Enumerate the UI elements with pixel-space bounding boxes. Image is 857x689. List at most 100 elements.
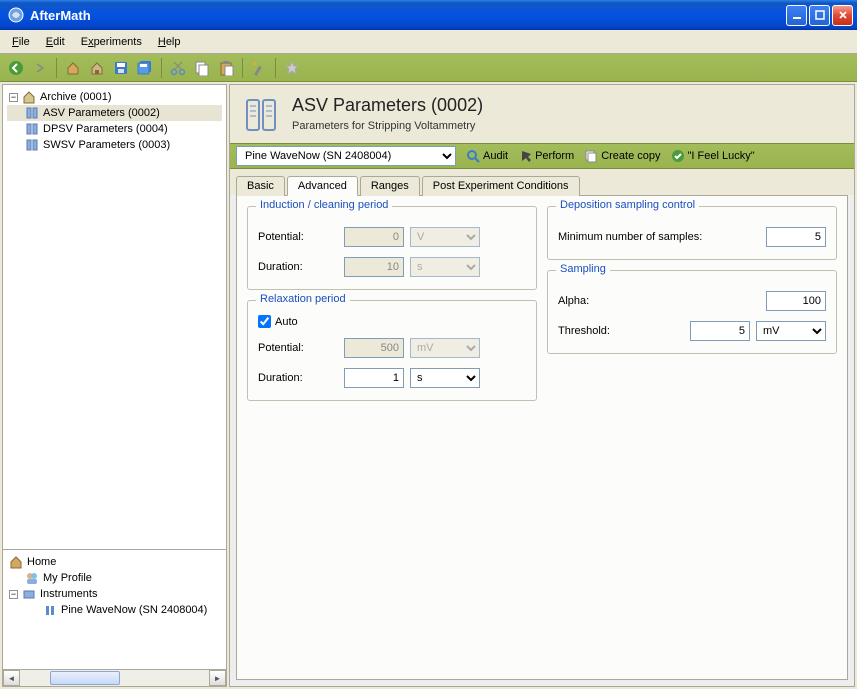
tree-label: ASV Parameters (0002) — [43, 107, 160, 119]
menu-bar: File Edit Experiments Help — [0, 30, 857, 54]
menu-file[interactable]: File — [12, 36, 30, 48]
group-induction: Induction / cleaning period Potential: V… — [247, 206, 537, 290]
group-legend: Relaxation period — [256, 293, 350, 305]
save-icon[interactable] — [111, 58, 131, 78]
potential-label: Potential: — [258, 342, 338, 354]
perform-icon — [518, 149, 532, 163]
tree-root-archive[interactable]: − Archive (0001) — [7, 89, 222, 105]
auto-checkbox[interactable] — [258, 315, 271, 328]
paste-icon[interactable] — [216, 58, 236, 78]
cut-icon[interactable] — [168, 58, 188, 78]
tree-item-swsv[interactable]: SWSV Parameters (0003) — [7, 137, 222, 153]
window-title: AfterMath — [28, 8, 786, 23]
minimize-button[interactable] — [786, 5, 807, 26]
threshold-unit[interactable]: mV — [756, 321, 826, 341]
tree-item-asv[interactable]: ASV Parameters (0002) — [7, 105, 222, 121]
group-relaxation: Relaxation period Auto Potential: mV Dur… — [247, 300, 537, 401]
collapse-icon[interactable]: − — [9, 93, 18, 102]
potential-label: Potential: — [258, 231, 338, 243]
scroll-thumb[interactable] — [50, 671, 120, 685]
forward-button[interactable] — [30, 58, 50, 78]
min-samples-label: Minimum number of samples: — [558, 231, 760, 243]
audit-icon — [466, 149, 480, 163]
profile-node[interactable]: My Profile — [7, 570, 222, 586]
induction-duration-unit[interactable]: s — [410, 257, 480, 277]
menu-edit[interactable]: Edit — [46, 36, 65, 48]
audit-button[interactable]: Audit — [466, 149, 508, 163]
group-legend: Induction / cleaning period — [256, 199, 392, 211]
instrument-select[interactable]: Pine WaveNow (SN 2408004) — [236, 146, 456, 166]
group-sampling: Sampling Alpha: Threshold: mV — [547, 270, 837, 354]
tree-item-dpsv[interactable]: DPSV Parameters (0004) — [7, 121, 222, 137]
duration-label: Duration: — [258, 372, 338, 384]
back-button[interactable] — [6, 58, 26, 78]
menu-help[interactable]: Help — [158, 36, 181, 48]
threshold-input[interactable] — [690, 321, 750, 341]
home-tree: Home My Profile − Instruments Pine WaveN… — [3, 549, 226, 669]
tree-label: Home — [27, 556, 56, 568]
relaxation-potential-input[interactable] — [344, 338, 404, 358]
home-icon[interactable] — [63, 58, 83, 78]
threshold-label: Threshold: — [558, 325, 638, 337]
tab-row: Basic Advanced Ranges Post Experiment Co… — [230, 169, 854, 195]
alpha-label: Alpha: — [558, 295, 638, 307]
params-icon — [25, 138, 39, 152]
main-toolbar — [0, 54, 857, 82]
induction-potential-unit[interactable]: V — [410, 227, 480, 247]
home-icon — [9, 555, 23, 569]
menu-experiments[interactable]: Experiments — [81, 36, 142, 48]
device-icon — [43, 603, 57, 617]
tree-label: SWSV Parameters (0003) — [43, 139, 170, 151]
tree-label: Archive (0001) — [40, 91, 112, 103]
header-params-icon — [242, 95, 282, 135]
instruments-node[interactable]: − Instruments — [7, 586, 222, 602]
tree-label: Pine WaveNow (SN 2408004) — [61, 604, 207, 616]
tree-label: DPSV Parameters (0004) — [43, 123, 168, 135]
instrument-item[interactable]: Pine WaveNow (SN 2408004) — [7, 602, 222, 618]
horizontal-scrollbar[interactable]: ◄ ► — [3, 669, 226, 686]
archive-folder-icon — [22, 90, 36, 104]
app-icon — [8, 7, 24, 23]
relaxation-duration-input[interactable] — [344, 368, 404, 388]
params-icon — [25, 122, 39, 136]
scroll-right-icon[interactable]: ► — [209, 670, 226, 686]
scroll-left-icon[interactable]: ◄ — [3, 670, 20, 686]
save-all-icon[interactable] — [135, 58, 155, 78]
wizard-icon[interactable] — [249, 58, 269, 78]
tab-ranges[interactable]: Ranges — [360, 176, 420, 196]
copy-icon[interactable] — [192, 58, 212, 78]
relaxation-duration-unit[interactable]: s — [410, 368, 480, 388]
duration-label: Duration: — [258, 261, 338, 273]
tree-label: My Profile — [43, 572, 92, 584]
create-copy-button[interactable]: Create copy — [584, 149, 660, 163]
home-node[interactable]: Home — [7, 554, 222, 570]
title-bar: AfterMath — [0, 0, 857, 30]
collapse-icon[interactable]: − — [9, 590, 18, 599]
relaxation-potential-unit[interactable]: mV — [410, 338, 480, 358]
group-legend: Deposition sampling control — [556, 199, 699, 211]
maximize-button[interactable] — [809, 5, 830, 26]
alpha-input[interactable] — [766, 291, 826, 311]
auto-label: Auto — [275, 316, 298, 328]
profile-icon — [25, 571, 39, 585]
tab-basic[interactable]: Basic — [236, 176, 285, 196]
tree-label: Instruments — [40, 588, 97, 600]
page-subtitle: Parameters for Stripping Voltammetry — [292, 120, 483, 132]
group-deposition: Deposition sampling control Minimum numb… — [547, 206, 837, 260]
group-legend: Sampling — [556, 263, 610, 275]
sidebar: − Archive (0001) ASV Parameters (0002) D… — [2, 84, 227, 687]
archive-icon[interactable] — [87, 58, 107, 78]
params-icon — [25, 106, 39, 120]
induction-duration-input[interactable] — [344, 257, 404, 277]
induction-potential-input[interactable] — [344, 227, 404, 247]
archive-tree: − Archive (0001) ASV Parameters (0002) D… — [3, 85, 226, 549]
feel-lucky-button[interactable]: "I Feel Lucky" — [671, 149, 755, 163]
check-icon — [671, 149, 685, 163]
min-samples-input[interactable] — [766, 227, 826, 247]
perform-button[interactable]: Perform — [518, 149, 574, 163]
close-button[interactable] — [832, 5, 853, 26]
star-icon[interactable] — [282, 58, 302, 78]
tab-post-experiment[interactable]: Post Experiment Conditions — [422, 176, 580, 196]
content-pane: ASV Parameters (0002) Parameters for Str… — [229, 84, 855, 687]
tab-advanced[interactable]: Advanced — [287, 176, 358, 196]
